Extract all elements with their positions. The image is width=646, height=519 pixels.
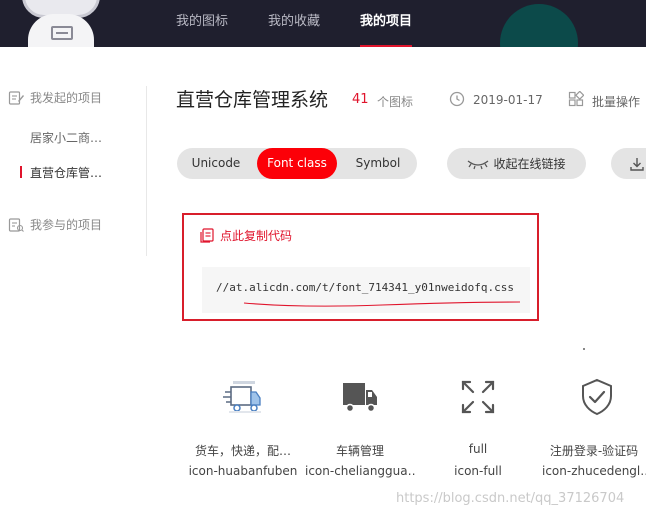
icon-name: 车辆管理 — [335, 444, 384, 458]
code-panel: 点此复制代码 //at.alicdn.com/t/font_714341_y01… — [182, 213, 539, 321]
sidebar-section-mine-label: 我发起的项目 — [30, 91, 103, 105]
sidebar-active-marker — [20, 166, 22, 178]
icon-code: icon-huabanfuben — [188, 464, 298, 478]
sidebar-item-project-active[interactable]: 直营仓库管… — [30, 164, 102, 181]
mode-segmented-control: Unicode Font class Symbol — [177, 148, 417, 179]
tab-my-favorites[interactable]: 我的收藏 — [268, 0, 320, 47]
tab-my-projects[interactable]: 我的项目 — [360, 0, 413, 47]
mode-font-class[interactable]: Font class — [257, 148, 337, 179]
icon-code: icon-chelianggua… — [305, 464, 415, 478]
download-button[interactable] — [611, 148, 646, 179]
eye-closed-icon — [468, 159, 489, 169]
sidebar-item-project[interactable]: 居家小二商… — [30, 129, 102, 146]
icon-count: 41 — [352, 92, 369, 107]
sidebar-section-join-label: 我参与的项目 — [30, 218, 103, 232]
batch-grid-icon[interactable] — [568, 91, 584, 107]
icon-card-full[interactable]: full icon-full — [423, 375, 533, 485]
top-header: 我的图标 我的收藏 我的项目 — [0, 0, 646, 47]
clock-icon — [449, 91, 465, 107]
edit-doc-icon — [8, 90, 24, 105]
fullscreen-icon — [461, 380, 495, 414]
batch-operation-button[interactable]: 批量操作 — [592, 93, 640, 110]
icon-count-unit: 个图标 — [377, 95, 414, 109]
code-box[interactable]: //at.alicdn.com/t/font_714341_y01nweidof… — [202, 267, 530, 313]
icon-name: full — [468, 442, 488, 456]
truck-icon — [343, 383, 377, 413]
shield-check-icon — [582, 378, 612, 416]
css-link-url[interactable]: //at.alicdn.com/t/font_714341_y01nweidof… — [216, 281, 514, 294]
sidebar-divider — [146, 86, 147, 256]
project-date: 2019-01-17 — [473, 93, 543, 107]
sidebar-section-mine[interactable]: 我发起的项目 — [8, 89, 102, 106]
copy-code-button[interactable]: 点此复制代码 — [200, 227, 292, 244]
copy-code-label: 点此复制代码 — [220, 229, 293, 243]
icon-name: 货车，快递，配… — [194, 444, 291, 458]
mode-symbol[interactable]: Symbol — [339, 148, 417, 179]
collapse-online-link-label: 收起在线链接 — [493, 157, 566, 171]
join-doc-icon — [8, 217, 24, 232]
decorative-circle — [500, 4, 578, 47]
download-icon — [630, 158, 644, 171]
mode-unicode[interactable]: Unicode — [177, 148, 255, 179]
icon-card-vehicle-management[interactable]: 车辆管理 icon-chelianggua… — [305, 375, 415, 485]
icon-card-verify-code[interactable]: 注册登录-验证码 icon-zhucedengl… — [542, 375, 646, 485]
robot-avatar-icon[interactable] — [18, 0, 104, 47]
collapse-online-link-button[interactable]: 收起在线链接 — [447, 148, 586, 179]
copy-doc-icon — [200, 228, 214, 243]
delivery-truck-icon — [223, 381, 261, 413]
icon-code: icon-full — [454, 464, 502, 478]
icon-code: icon-zhucedengl… — [542, 464, 646, 478]
watermark: https://blog.csdn.net/qq_37126704 — [396, 491, 625, 506]
icon-card-truck-delivery[interactable]: 货车，快递，配… icon-huabanfuben — [188, 375, 298, 485]
handwritten-underline — [243, 301, 521, 307]
project-title: 直营仓库管理系统 — [176, 89, 329, 111]
tab-my-icons[interactable]: 我的图标 — [176, 0, 228, 47]
decorative-dot — [583, 348, 585, 350]
icon-name: 注册登录-验证码 — [549, 444, 639, 458]
sidebar-section-join[interactable]: 我参与的项目 — [8, 216, 102, 233]
